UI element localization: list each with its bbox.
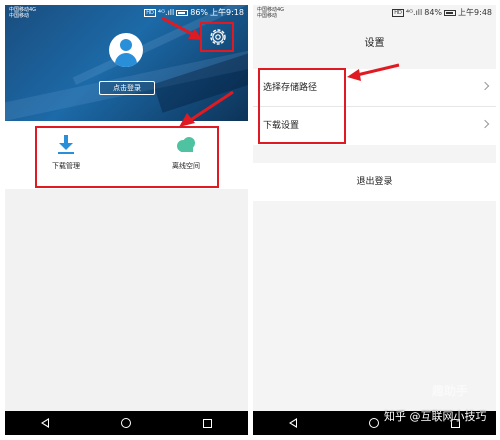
carrier-info: 中国移动4G 中国移动 [257,7,284,19]
annotation-arrow-features [179,90,234,127]
annotation-box-features [35,126,219,188]
chevron-right-icon [480,81,490,91]
carrier-line2: 中国移动 [9,13,30,19]
corner-watermark: 趣助手 [432,384,469,398]
home-icon[interactable] [121,418,131,428]
watermark: 知乎 @互联网小技巧 [384,410,487,423]
battery-level: 84% [424,8,443,17]
login-button[interactable]: 点击登录 [99,81,155,95]
nav-bar [5,411,248,435]
avatar-head [120,39,132,51]
hd-badge: HD [144,9,156,17]
home-icon[interactable] [369,418,379,428]
avatar[interactable] [109,33,143,67]
phone-screen-right: 中国移动4G 中国移动 HD ⁴ᴳ.ıll 84% 上午9:48 设置 选择存储… [253,5,496,435]
back-icon[interactable] [289,418,297,428]
chevron-right-icon [480,119,490,129]
logout-button[interactable]: 退出登录 [253,163,496,201]
annotation-box-settings [200,22,234,52]
avatar-body [115,53,137,67]
carrier-info: 中国移动4G 中国移动 [9,7,36,19]
phone-screen-left: 中国移动4G 中国移动 HD ⁴ᴳ.ıll 86% 上午9:18 点击登录 下载… [5,5,248,435]
annotation-arrow-settings [161,16,202,40]
carrier-line2: 中国移动 [257,13,278,19]
status-bar: 中国移动4G 中国移动 HD ⁴ᴳ.ıll 86% 上午9:18 [5,5,248,23]
back-icon[interactable] [41,418,49,428]
clock: 上午9:48 [458,8,492,17]
page-title: 设置 [253,23,496,65]
recent-apps-icon[interactable] [203,418,212,428]
annotation-box-menu [258,68,346,144]
battery-icon [444,10,457,16]
signal-icon: ⁴ᴳ.ıll [405,8,423,17]
annotation-arrow-menu [347,63,400,81]
status-bar: 中国移动4G 中国移动 HD ⁴ᴳ.ıll 84% 上午9:48 [253,5,496,23]
clock: 上午9:18 [210,8,244,17]
hd-badge: HD [392,9,404,17]
status-right: HD ⁴ᴳ.ıll 84% 上午9:48 [392,9,492,17]
